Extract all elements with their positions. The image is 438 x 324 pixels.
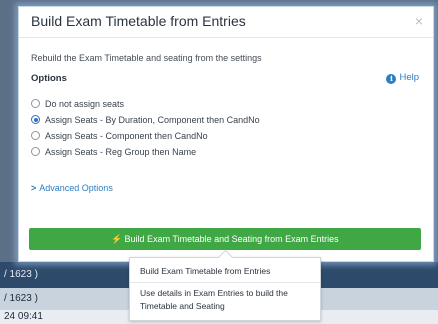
radio-label: Do not assign seats <box>45 99 125 109</box>
radio-option-reg-group[interactable]: Assign Seats - Reg Group then Name <box>31 147 196 157</box>
advanced-options-toggle[interactable]: > Advanced Options <box>31 183 113 193</box>
advanced-options-label: Advanced Options <box>39 183 113 193</box>
bolt-icon: ⚡ <box>111 234 123 244</box>
info-circle-icon: i <box>386 74 397 84</box>
chevron-right-icon: > <box>31 183 37 193</box>
radio-label: Assign Seats - By Duration, Component th… <box>45 115 260 125</box>
radio-label: Assign Seats - Reg Group then Name <box>45 147 197 157</box>
help-link[interactable]: i Help <box>386 72 419 84</box>
radio-button[interactable] <box>31 131 40 140</box>
radio-button[interactable] <box>31 99 40 108</box>
dialog-description: Rebuild the Exam Timetable and seating f… <box>31 53 262 63</box>
options-heading: Options <box>31 73 67 84</box>
tooltip-divider <box>130 282 320 283</box>
radio-button[interactable] <box>31 115 40 124</box>
tooltip-body: Use details in Exam Entries to build the… <box>140 288 288 311</box>
build-timetable-dialog: Build Exam Timetable from Entries × Rebu… <box>18 6 434 262</box>
help-label: Help <box>399 72 419 83</box>
dialog-title: Build Exam Timetable from Entries <box>31 13 246 29</box>
radio-option-no-seats[interactable]: Do not assign seats <box>31 99 124 109</box>
radio-button[interactable] <box>31 147 40 156</box>
background-row-text: / 1623 ) <box>4 293 38 304</box>
radio-option-component-candno[interactable]: Assign Seats - Component then CandNo <box>31 131 208 141</box>
build-button-label: Build Exam Timetable and Seating from Ex… <box>124 234 339 244</box>
close-icon[interactable]: × <box>415 13 423 29</box>
background-row-text: / 1623 ) <box>4 269 38 280</box>
tooltip-title: Build Exam Timetable from Entries <box>140 266 271 276</box>
build-timetable-button[interactable]: ⚡ Build Exam Timetable and Seating from E… <box>29 228 421 250</box>
radio-option-duration-component[interactable]: Assign Seats - By Duration, Component th… <box>31 115 260 125</box>
background-row-text: 24 09:41 <box>4 311 43 322</box>
dialog-header: Build Exam Timetable from Entries × <box>19 7 433 38</box>
button-tooltip: Build Exam Timetable from Entries Use de… <box>129 257 321 321</box>
radio-label: Assign Seats - Component then CandNo <box>45 131 208 141</box>
